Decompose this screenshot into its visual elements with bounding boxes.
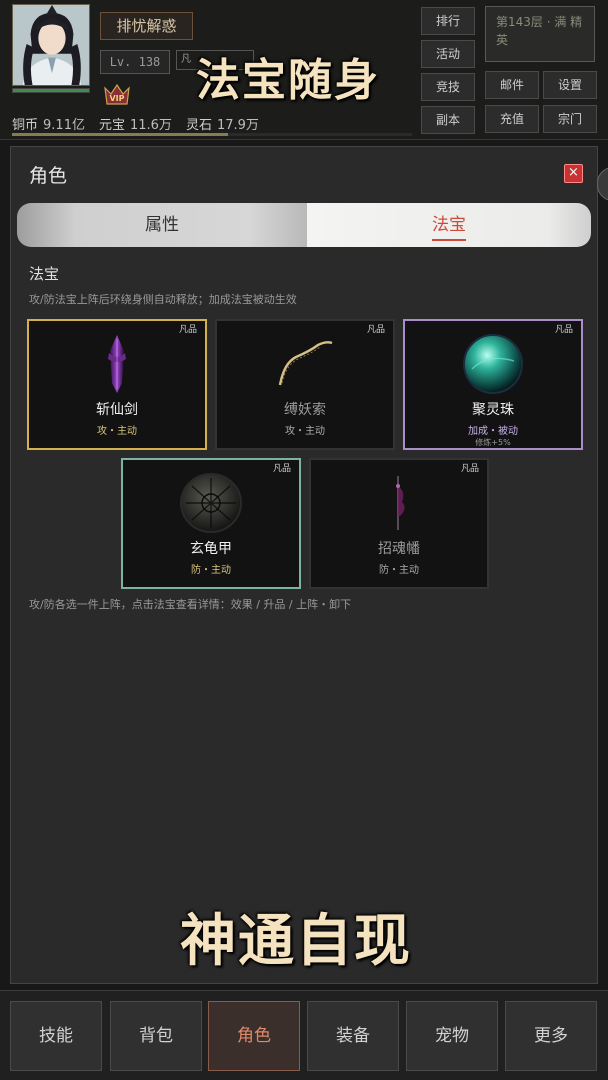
treasure-card-turtle-shell[interactable]: 凡品 玄龟甲 防・主动: [121, 458, 301, 589]
treasure-card-binding-rope[interactable]: 凡品 缚妖索 攻・主动: [215, 319, 395, 450]
purple-sword-icon: [108, 335, 126, 393]
side-collapse-handle[interactable]: [597, 167, 608, 201]
tab-treasures-label: 法宝: [432, 215, 466, 235]
arena-button[interactable]: 竞技: [421, 73, 475, 101]
treasure-bonus: 修炼+5%: [475, 438, 511, 447]
nav-equipment[interactable]: 装备: [307, 1001, 399, 1071]
tab-attributes[interactable]: 属性: [17, 203, 307, 247]
section-description: 攻/防法宝上阵后环绕身侧自动释放；加成法宝被动生效: [29, 293, 297, 306]
grade-label: 凡品: [460, 464, 479, 474]
mail-button[interactable]: 邮件: [485, 71, 539, 99]
treasure-name: 斩仙剑: [96, 402, 138, 418]
promo-banner-top: 法宝随身: [196, 55, 380, 106]
close-button[interactable]: ×: [564, 164, 583, 183]
treasure-card-spirit-orb[interactable]: 凡品 聚灵珠 加成・被动 修炼+5%: [403, 319, 583, 450]
treasure-type: 防・主动: [191, 565, 231, 576]
soul-banner-icon: [396, 476, 405, 530]
golden-rope-icon: [278, 341, 333, 386]
vip-icon: VIP: [104, 83, 130, 105]
vip-badge[interactable]: VIP: [101, 82, 133, 108]
treasure-name: 招魂幡: [378, 541, 420, 557]
copper-coin-amount: 铜币 9.11亿: [12, 118, 85, 133]
grade-label: 凡品: [178, 325, 197, 335]
tab-treasures[interactable]: 法宝: [307, 203, 591, 247]
treasure-card-slaying-sword[interactable]: 凡品 斩仙剑 攻・主动: [27, 319, 207, 450]
events-button[interactable]: 活动: [421, 40, 475, 68]
character-portrait-icon: [13, 5, 89, 85]
treasure-usage-hint: 攻/防各选一件上阵，点击法宝查看详情：效果 / 升品 / 上阵・卸下: [29, 598, 352, 611]
section-title: 法宝: [29, 265, 60, 283]
recharge-button[interactable]: 充值: [485, 105, 539, 133]
currency-bar: 铜币 9.11亿 元宝 11.6万 灵石 17.9万: [12, 114, 259, 133]
treasure-type: 防・主动: [379, 565, 419, 576]
hp-bar-fill: [13, 89, 89, 92]
active-tab-underline: [432, 239, 466, 241]
nav-skills[interactable]: 技能: [10, 1001, 102, 1071]
spirit-stone-amount: 灵石 17.9万: [185, 118, 259, 133]
nav-pets[interactable]: 宠物: [406, 1001, 498, 1071]
turtle-shell-icon: [180, 473, 242, 533]
exp-bar: [12, 133, 412, 136]
grade-label: 凡品: [272, 464, 291, 474]
exp-bar-fill: [12, 133, 228, 136]
treasure-type: 攻・主动: [285, 426, 325, 437]
treasure-name: 聚灵珠: [472, 402, 514, 418]
ingot-amount: 元宝 11.6万: [98, 118, 172, 133]
dungeon-button[interactable]: 副本: [421, 106, 475, 134]
player-level: Lv. 138: [100, 50, 170, 74]
spirit-orb-icon: [463, 334, 523, 394]
panel-tabs: 属性 法宝: [17, 203, 591, 247]
promo-banner-bottom: 神通自现: [180, 908, 412, 974]
hp-bar: [12, 88, 90, 93]
ranking-button[interactable]: 排行: [421, 7, 475, 35]
treasure-type: 攻・主动: [97, 426, 137, 437]
player-avatar[interactable]: [12, 4, 90, 86]
grade-label: 凡品: [554, 325, 573, 335]
vip-label: VIP: [109, 94, 124, 103]
treasure-name: 缚妖索: [284, 402, 326, 418]
treasure-name: 玄龟甲: [190, 541, 232, 557]
panel-title: 角色: [29, 165, 68, 187]
nav-character[interactable]: 角色: [208, 1001, 300, 1071]
floor-progress-box[interactable]: 第143层 · 满 精英: [485, 6, 595, 62]
nav-more[interactable]: 更多: [505, 1001, 597, 1071]
settings-button[interactable]: 设置: [543, 71, 597, 99]
sect-button[interactable]: 宗门: [543, 105, 597, 133]
treasure-type: 加成・被动: [468, 426, 518, 437]
grade-label: 凡品: [366, 325, 385, 335]
treasure-card-soul-banner[interactable]: 凡品 招魂幡 防・主动: [309, 458, 489, 589]
nav-bag[interactable]: 背包: [110, 1001, 202, 1071]
player-name[interactable]: 排忧解惑: [100, 12, 193, 40]
bottom-navigation: 技能 背包 角色 装备 宠物 更多: [0, 990, 608, 1080]
character-panel: 角色 × 属性 法宝 法宝 攻/防法宝上阵后环绕身侧自动释放；加成法宝被动生效 …: [10, 146, 608, 984]
